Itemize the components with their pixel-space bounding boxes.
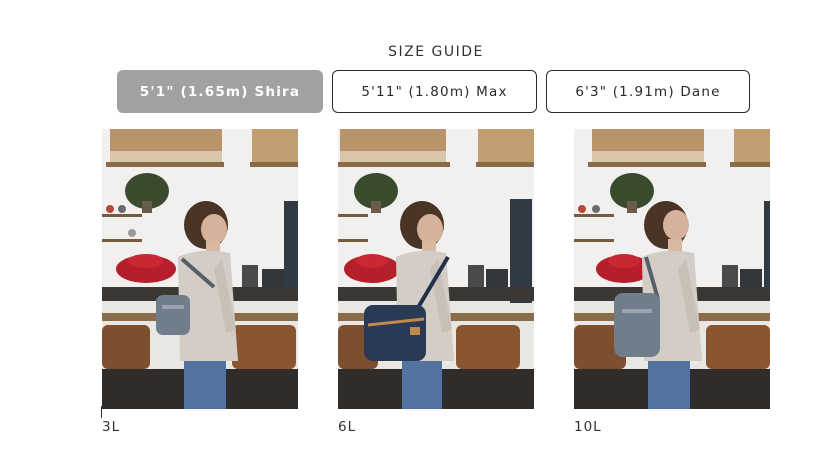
caption-3l: 3L	[102, 419, 121, 435]
photo-6l	[338, 129, 534, 409]
photo-3l	[102, 129, 298, 409]
tab-max[interactable]: 5'11" (1.80m) Max	[332, 70, 537, 113]
photo-10l	[574, 129, 770, 409]
caption-10l: 10L	[574, 419, 602, 435]
caption-6l: 6L	[338, 419, 357, 435]
size-guide-title: SIZE GUIDE	[388, 44, 484, 60]
tab-dane[interactable]: 6'3" (1.91m) Dane	[546, 70, 750, 113]
tab-shira[interactable]: 5'1" (1.65m) Shira	[117, 70, 323, 113]
text-cursor	[101, 406, 102, 418]
